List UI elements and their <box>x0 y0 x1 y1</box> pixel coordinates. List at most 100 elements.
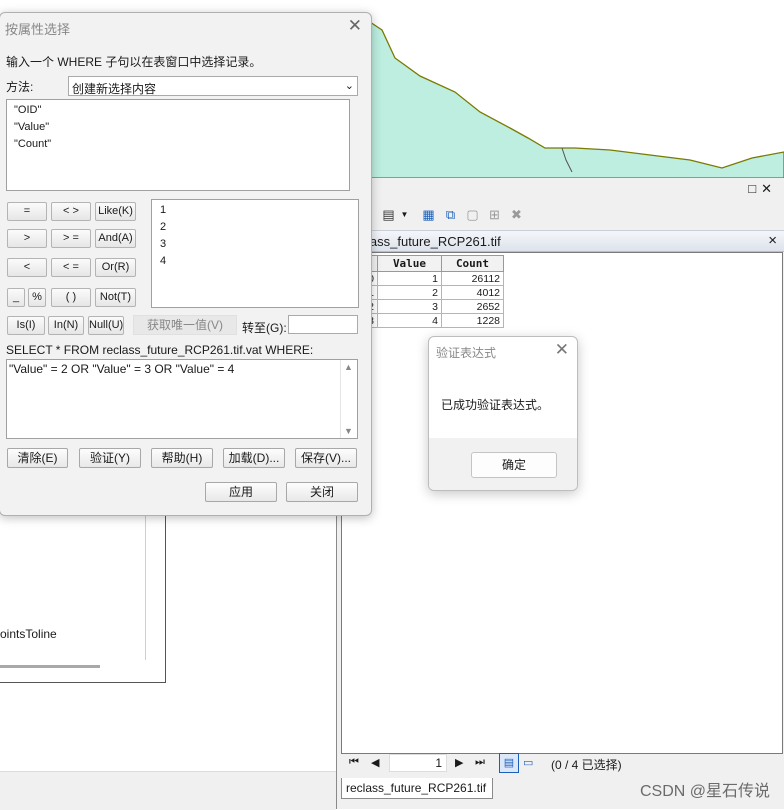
field-item[interactable]: "OID" <box>14 104 41 116</box>
less-than-button[interactable]: < <box>7 258 47 277</box>
cell-value[interactable]: 2 <box>377 285 442 300</box>
maximize-icon[interactable]: □ <box>748 181 761 196</box>
close-icon[interactable]: ✕ <box>555 340 569 360</box>
load-button[interactable]: 加载(D)... <box>223 448 285 468</box>
horizontal-scrollbar[interactable] <box>0 665 100 668</box>
window-controls[interactable]: □✕ <box>748 181 777 197</box>
cell-count[interactable]: 2652 <box>441 299 504 314</box>
toc-content: ointsToline <box>0 500 146 660</box>
cell-count[interactable]: 1228 <box>441 313 504 328</box>
vertical-scrollbar[interactable]: ▲ ▼ <box>340 360 357 438</box>
first-record-icon[interactable]: ⏮ <box>349 756 359 769</box>
column-header-count[interactable]: Count <box>441 255 504 272</box>
cell-value[interactable]: 4 <box>377 313 442 328</box>
selection-status: (0 / 4 已选择) <box>551 758 622 772</box>
percent-button[interactable]: % <box>28 288 46 307</box>
dialog-title: 按属性选择 <box>5 22 71 37</box>
like-button[interactable]: Like(K) <box>95 202 136 221</box>
show-selected-records-icon[interactable]: ▭ <box>523 756 533 769</box>
is-button[interactable]: Is(I) <box>7 316 45 335</box>
table-tab-label[interactable]: lass_future_RCP261.tif <box>367 234 501 249</box>
and-button[interactable]: And(A) <box>95 229 136 248</box>
zoom-to-selected-icon[interactable]: ⊞ <box>487 207 502 222</box>
clear-button[interactable]: 清除(E) <box>7 448 68 468</box>
unique-values-list[interactable]: 1 2 3 4 <box>151 199 359 308</box>
help-button[interactable]: 帮助(H) <box>151 448 213 468</box>
watermark: CSDN @星石传说 <box>639 783 770 800</box>
not-button[interactable]: Not(T) <box>95 288 136 307</box>
or-button[interactable]: Or(R) <box>95 258 136 277</box>
dialog-prompt: 输入一个 WHERE 子句以在表窗口中选择记录。 <box>6 55 262 69</box>
select-by-attributes-icon[interactable]: ▦ <box>421 207 436 222</box>
where-clause-textarea[interactable]: "Value" = 2 OR "Value" = 3 OR "Value" = … <box>6 359 358 439</box>
parentheses-button[interactable]: ( ) <box>51 288 91 307</box>
attribute-table-window: □✕ ▤ ▼ ▦ ⧉ ▢ ⊞ ✖ lass_future_RCP261.tif … <box>336 178 784 809</box>
where-clause-text: "Value" = 2 OR "Value" = 3 OR "Value" = … <box>9 362 235 376</box>
value-item[interactable]: 3 <box>160 238 166 250</box>
verify-button[interactable]: 验证(Y) <box>79 448 141 468</box>
record-navigator: ⏮ ◀ 1 ▶ ⏭ ▤ ▭ (0 / 4 已选择) <box>337 752 784 776</box>
greater-than-button[interactable]: > <box>7 229 47 248</box>
cell-value[interactable]: 1 <box>377 271 442 286</box>
not-equals-button[interactable]: < > <box>51 202 91 221</box>
goto-label: 转至(G): <box>242 321 287 335</box>
table-bottom-tab-label: reclass_future_RCP261.tif <box>346 781 487 795</box>
show-all-records-icon[interactable]: ▤ <box>499 753 519 773</box>
page-input[interactable]: 1 <box>389 754 447 772</box>
ok-button[interactable]: 确定 <box>471 452 557 478</box>
value-item[interactable]: 2 <box>160 221 166 233</box>
table-options-icon[interactable]: ▤ <box>381 207 396 222</box>
table-grid: OID Value Count 0 1 26112 1 2 4012 2 <box>341 252 783 754</box>
close-icon[interactable]: ✕ <box>348 16 362 36</box>
close-button[interactable]: 关闭 <box>286 482 358 502</box>
verify-message: 已成功验证表达式。 <box>441 398 550 412</box>
map-polygon <box>369 20 784 178</box>
apply-button[interactable]: 应用 <box>205 482 277 502</box>
verify-expression-dialog: 验证表达式 ✕ 已成功验证表达式。 确定 <box>428 336 578 491</box>
sql-prefix-label: SELECT * FROM reclass_future_RCP261.tif.… <box>6 343 314 357</box>
toc-layer-label[interactable]: ointsToline <box>0 627 57 641</box>
value-item[interactable]: 1 <box>160 204 166 216</box>
equals-button[interactable]: = <box>7 202 47 221</box>
value-item[interactable]: 4 <box>160 255 166 267</box>
method-select[interactable]: 创建新选择内容 ⌄ <box>68 76 358 96</box>
verify-dialog-title: 验证表达式 <box>436 346 497 360</box>
scroll-down-icon[interactable]: ▼ <box>344 426 353 436</box>
method-value: 创建新选择内容 <box>72 82 157 96</box>
delete-selected-icon[interactable]: ✖ <box>509 207 524 222</box>
cell-count[interactable]: 4012 <box>441 285 504 300</box>
scroll-up-icon[interactable]: ▲ <box>344 362 353 372</box>
table-toolbar: ▤ ▼ ▦ ⧉ ▢ ⊞ ✖ <box>337 202 784 228</box>
table-bottom-tab[interactable]: reclass_future_RCP261.tif <box>341 778 493 799</box>
close-icon[interactable]: × <box>768 232 777 249</box>
field-item[interactable]: "Count" <box>14 138 51 150</box>
fields-list[interactable]: "OID" "Value" "Count" <box>6 99 350 191</box>
chevron-down-icon[interactable]: ▼ <box>397 207 412 222</box>
save-button[interactable]: 保存(V)... <box>295 448 357 468</box>
get-unique-values-button[interactable]: 获取唯一值(V) <box>133 315 237 335</box>
chevron-down-icon: ⌄ <box>344 80 354 92</box>
method-label: 方法: <box>6 80 34 94</box>
clear-selection-icon[interactable]: ▢ <box>465 207 480 222</box>
next-record-icon[interactable]: ▶ <box>455 756 463 769</box>
column-header-value[interactable]: Value <box>377 255 442 272</box>
underscore-button[interactable]: _ <box>7 288 25 307</box>
switch-selection-icon[interactable]: ⧉ <box>443 207 458 222</box>
null-button[interactable]: Null(U) <box>88 316 124 335</box>
table-tab-bar: lass_future_RCP261.tif × <box>337 230 784 252</box>
goto-input[interactable] <box>288 315 358 334</box>
close-icon[interactable]: ✕ <box>761 181 777 196</box>
less-equal-button[interactable]: < = <box>51 258 91 277</box>
cell-value[interactable]: 3 <box>377 299 442 314</box>
table-titlebar: □✕ <box>337 178 784 200</box>
verify-dialog-footer: 确定 <box>429 438 577 490</box>
toc-panel: ointsToline <box>0 500 166 683</box>
greater-equal-button[interactable]: > = <box>51 229 91 248</box>
cell-count[interactable]: 26112 <box>441 271 504 286</box>
field-item[interactable]: "Value" <box>14 121 49 133</box>
in-button[interactable]: In(N) <box>48 316 84 335</box>
previous-record-icon[interactable]: ◀ <box>371 756 379 769</box>
status-strip <box>0 771 336 810</box>
select-by-attributes-dialog: 按属性选择 ✕ 输入一个 WHERE 子句以在表窗口中选择记录。 方法: 创建新… <box>0 12 372 516</box>
last-record-icon[interactable]: ⏭ <box>475 756 485 769</box>
